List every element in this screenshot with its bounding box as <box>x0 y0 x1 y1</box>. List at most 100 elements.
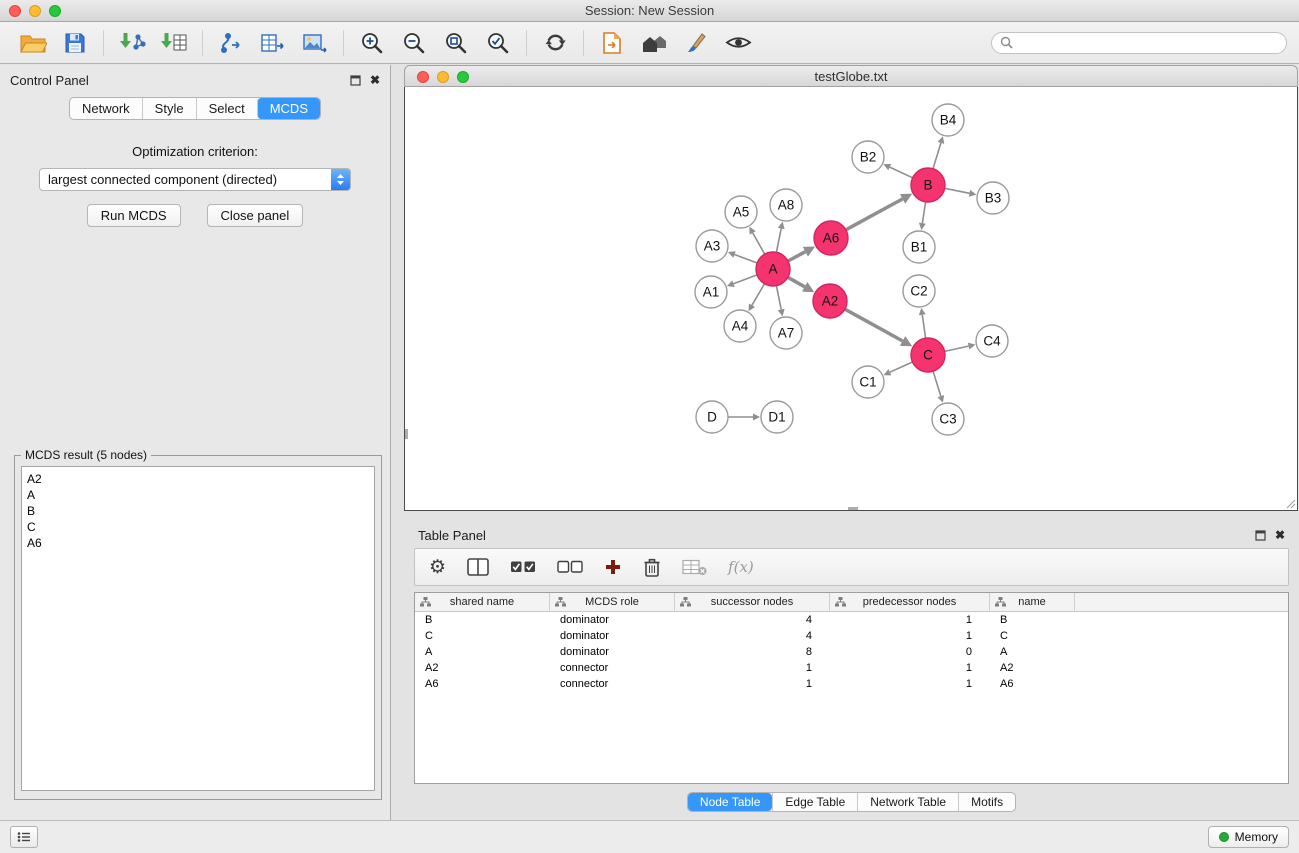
cell-predecessor-nodes[interactable]: 1 <box>830 662 990 674</box>
column-header-shared-name[interactable]: shared name <box>415 593 550 611</box>
style-brush-button[interactable] <box>675 26 717 60</box>
import-network-button[interactable] <box>111 26 153 60</box>
memory-button[interactable]: Memory <box>1208 826 1289 848</box>
table-row[interactable]: C dominator 4 1 C <box>415 628 1288 644</box>
float-panel-icon[interactable] <box>350 75 361 86</box>
cell-name[interactable]: C <box>990 630 1075 642</box>
list-item[interactable]: A2 <box>27 471 369 487</box>
zoom-out-button[interactable] <box>393 26 435 60</box>
list-item[interactable]: C <box>27 519 369 535</box>
tab-network-table[interactable]: Network Table <box>857 793 958 811</box>
zoom-network-window-button[interactable] <box>457 71 469 83</box>
graph-edge-B-B3[interactable] <box>945 188 970 193</box>
cell-shared-name[interactable]: A2 <box>415 662 550 674</box>
show-columns-button[interactable] <box>467 558 489 576</box>
tab-style[interactable]: Style <box>142 98 196 119</box>
tab-select[interactable]: Select <box>196 98 257 119</box>
optimization-criterion-dropdown[interactable]: largest connected component (directed) <box>39 168 351 191</box>
run-mcds-button[interactable]: Run MCDS <box>87 204 181 227</box>
close-network-window-button[interactable] <box>417 71 429 83</box>
cell-shared-name[interactable]: A6 <box>415 678 550 690</box>
function-builder-button[interactable]: f(x) <box>728 558 754 576</box>
graph-edge-A-A7[interactable] <box>776 286 781 310</box>
graph-edge-C-C1[interactable] <box>890 362 913 372</box>
graph-edge-A-A4[interactable] <box>752 284 765 306</box>
export-table-button[interactable] <box>252 26 294 60</box>
close-panel-icon[interactable]: ✖ <box>370 74 380 86</box>
table-row[interactable]: A dominator 8 0 A <box>415 644 1288 660</box>
column-header-successor-nodes[interactable]: successor nodes <box>675 593 830 611</box>
cell-name[interactable]: A6 <box>990 678 1075 690</box>
cell-predecessor-nodes[interactable]: 0 <box>830 646 990 658</box>
cell-successor-nodes[interactable]: 8 <box>675 646 830 658</box>
list-item[interactable]: B <box>27 503 369 519</box>
cell-name[interactable]: A <box>990 646 1075 658</box>
graph-edge-C-C2[interactable] <box>922 315 925 338</box>
export-network-button[interactable] <box>210 26 252 60</box>
cell-mcds-role[interactable]: dominator <box>550 646 675 658</box>
tab-edge-table[interactable]: Edge Table <box>772 793 857 811</box>
graph-edge-B-B4[interactable] <box>933 143 941 169</box>
zoom-window-button[interactable] <box>49 5 61 17</box>
close-panel-button[interactable]: Close panel <box>207 204 304 227</box>
show-panel-list-button[interactable] <box>10 826 38 848</box>
tab-network[interactable]: Network <box>70 98 142 119</box>
add-row-button[interactable] <box>604 558 622 576</box>
cell-mcds-role[interactable]: connector <box>550 678 675 690</box>
graph-edge-A-A1[interactable] <box>734 275 758 284</box>
cell-successor-nodes[interactable]: 1 <box>675 678 830 690</box>
column-header-mcds-role[interactable]: MCDS role <box>550 593 675 611</box>
delete-table-button[interactable] <box>682 559 707 576</box>
home-view-button[interactable] <box>633 26 675 60</box>
close-panel-icon[interactable]: ✖ <box>1275 529 1285 541</box>
graph-edge-A2-C[interactable] <box>845 309 903 341</box>
graph-edge-A-A5[interactable] <box>753 233 765 254</box>
cell-mcds-role[interactable]: dominator <box>550 630 675 642</box>
network-canvas[interactable]: B4B2BB3A8A5A6A3B1AA1C2A2A4A7C4CC1C3DD1 <box>404 87 1298 511</box>
cell-successor-nodes[interactable]: 4 <box>675 614 830 626</box>
cell-successor-nodes[interactable]: 1 <box>675 662 830 674</box>
cell-name[interactable]: B <box>990 614 1075 626</box>
float-panel-icon[interactable] <box>1255 530 1266 541</box>
graph-edge-C-C3[interactable] <box>933 371 941 396</box>
graph-edge-A6-B[interactable] <box>846 199 903 230</box>
deselect-all-button[interactable] <box>557 560 583 574</box>
save-session-button[interactable] <box>54 26 96 60</box>
tab-motifs[interactable]: Motifs <box>958 793 1015 811</box>
cell-name[interactable]: A2 <box>990 662 1075 674</box>
tab-node-table[interactable]: Node Table <box>688 793 773 811</box>
show-hide-button[interactable] <box>717 26 759 60</box>
cell-predecessor-nodes[interactable]: 1 <box>830 630 990 642</box>
refresh-button[interactable] <box>534 26 576 60</box>
resize-grip-icon[interactable] <box>1284 497 1296 509</box>
graph-edge-C-C4[interactable] <box>945 346 969 351</box>
minimize-window-button[interactable] <box>29 5 41 17</box>
close-window-button[interactable] <box>9 5 21 17</box>
graph-edge-A-A8[interactable] <box>776 229 781 253</box>
cell-predecessor-nodes[interactable]: 1 <box>830 678 990 690</box>
zoom-fit-button[interactable] <box>435 26 477 60</box>
minimize-network-window-button[interactable] <box>437 71 449 83</box>
import-table-button[interactable] <box>153 26 195 60</box>
column-header-predecessor-nodes[interactable]: predecessor nodes <box>830 593 990 611</box>
cell-successor-nodes[interactable]: 4 <box>675 630 830 642</box>
zoom-in-button[interactable] <box>351 26 393 60</box>
cell-shared-name[interactable]: C <box>415 630 550 642</box>
cell-mcds-role[interactable]: connector <box>550 662 675 674</box>
select-all-button[interactable] <box>510 560 536 574</box>
open-file-button[interactable] <box>12 26 54 60</box>
delete-row-button[interactable] <box>643 557 661 578</box>
cell-predecessor-nodes[interactable]: 1 <box>830 614 990 626</box>
cell-mcds-role[interactable]: dominator <box>550 614 675 626</box>
zoom-selected-button[interactable] <box>477 26 519 60</box>
graph-edge-B-B1[interactable] <box>922 202 925 223</box>
table-row[interactable]: B dominator 4 1 B <box>415 612 1288 628</box>
open-session-document-button[interactable] <box>591 26 633 60</box>
table-row[interactable]: A6 connector 1 1 A6 <box>415 676 1288 692</box>
search-input[interactable] <box>1018 36 1278 50</box>
cell-shared-name[interactable]: B <box>415 614 550 626</box>
graph-edge-A-A2[interactable] <box>788 277 805 287</box>
network-window-titlebar[interactable]: testGlobe.txt <box>404 65 1298 87</box>
graph-edge-B-B2[interactable] <box>890 167 913 178</box>
graph-edge-A-A3[interactable] <box>735 255 758 264</box>
